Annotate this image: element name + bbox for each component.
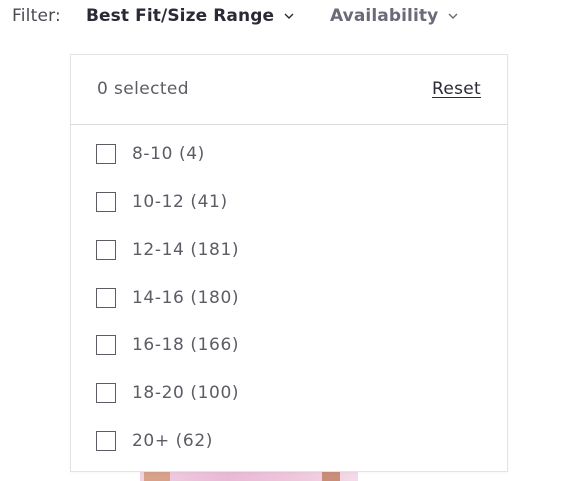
option-10-12[interactable]: 10-12 (41) <box>96 188 476 216</box>
facet-label: Best Fit/Size Range <box>86 6 275 26</box>
option-label: 12-14 (181) <box>132 240 240 260</box>
option-16-18[interactable]: 16-18 (166) <box>96 331 476 359</box>
facet-label: Availability <box>330 6 439 26</box>
collection-page: Filter: Best Fit/Size Range Availability… <box>0 0 562 481</box>
dropdown-header: 0 selected Reset <box>71 55 507 125</box>
filter-label: Filter: <box>12 6 61 26</box>
option-12-14[interactable]: 12-14 (181) <box>96 236 476 264</box>
filter-bar: Filter: Best Fit/Size Range Availability <box>0 0 562 32</box>
reset-link[interactable]: Reset <box>432 79 481 99</box>
checkbox[interactable] <box>96 383 116 403</box>
facet-availability[interactable]: Availability <box>330 4 460 28</box>
option-18-20[interactable]: 18-20 (100) <box>96 379 476 407</box>
chevron-down-icon <box>282 9 296 23</box>
checkbox[interactable] <box>96 431 116 451</box>
checkbox[interactable] <box>96 192 116 212</box>
facet-best-fit-size-range[interactable]: Best Fit/Size Range <box>86 4 296 28</box>
size-range-dropdown: 0 selected Reset 8-10 (4) 10-12 (41) 12-… <box>70 54 508 472</box>
option-label: 10-12 (41) <box>132 192 228 212</box>
chevron-down-icon <box>446 9 460 23</box>
checkbox[interactable] <box>96 288 116 308</box>
option-8-10[interactable]: 8-10 (4) <box>96 140 476 168</box>
option-label: 20+ (62) <box>132 431 213 451</box>
option-20-plus[interactable]: 20+ (62) <box>96 427 476 455</box>
option-label: 8-10 (4) <box>132 144 205 164</box>
option-14-16[interactable]: 14-16 (180) <box>96 284 476 312</box>
selected-count: 0 selected <box>97 79 189 99</box>
checkbox[interactable] <box>96 240 116 260</box>
checkbox[interactable] <box>96 335 116 355</box>
checkbox[interactable] <box>96 144 116 164</box>
option-label: 18-20 (100) <box>132 383 240 403</box>
option-label: 14-16 (180) <box>132 288 240 308</box>
option-label: 16-18 (166) <box>132 335 240 355</box>
